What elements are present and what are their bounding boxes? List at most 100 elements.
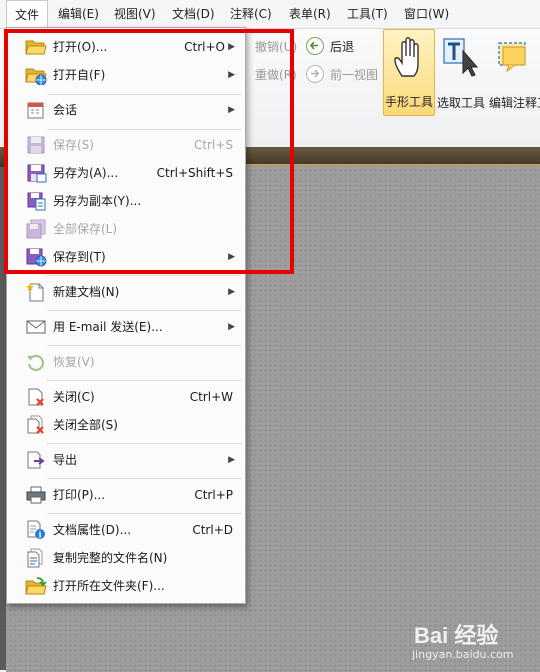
back-button[interactable]: 后退 — [330, 38, 354, 55]
menu-separator — [47, 275, 241, 276]
submenu-arrow-icon: ▶ — [228, 70, 235, 80]
menu-item-label: 关闭全部(S) — [53, 418, 118, 432]
menu-item-save-copy[interactable]: 另存为副本(Y)... — [7, 188, 245, 214]
menu-window[interactable]: 窗口(W) — [404, 0, 449, 28]
menu-comment[interactable]: 注释(C) — [230, 0, 272, 28]
menu-separator — [47, 443, 241, 444]
file-menu-dropdown: 打开(O)... Ctrl+O ▶ 打开自(F) ▶ 会话 ▶ 保存(S) Ct… — [6, 27, 246, 604]
menu-item-label: 文档属性(D)... — [53, 523, 132, 537]
menu-edit[interactable]: 编辑(E) — [58, 0, 99, 28]
save-icon — [27, 136, 45, 154]
menu-item-shortcut: Ctrl+D — [192, 523, 233, 537]
save-as-icon — [27, 164, 47, 183]
copy-filename-icon — [27, 548, 43, 568]
submenu-arrow-icon: ▶ — [228, 322, 235, 332]
menu-item-session[interactable]: 会话 ▶ — [7, 97, 245, 123]
hand-icon — [394, 37, 419, 77]
menu-item-shortcut: Ctrl+Shift+S — [156, 166, 233, 180]
annotation-icon — [498, 42, 526, 73]
menu-separator — [47, 478, 241, 479]
menu-item-label: 打开(O)... — [53, 40, 108, 54]
menu-bar: 文件 编辑(E) 视图(V) 文档(D) 注释(C) 表单(R) 工具(T) 窗… — [0, 0, 540, 29]
save-to-icon — [26, 248, 47, 267]
menu-item-label: 恢复(V) — [53, 355, 95, 369]
menu-item-label: 关闭(C) — [53, 390, 95, 404]
forward-arrow-icon[interactable] — [306, 65, 324, 83]
menu-item-close[interactable]: 关闭(C) Ctrl+W — [7, 384, 245, 410]
menu-item-label: 全部保存(L) — [53, 222, 118, 236]
select-text-icon — [443, 38, 479, 77]
menu-item-shortcut: Ctrl+P — [194, 488, 233, 502]
back-arrow-icon[interactable] — [306, 37, 324, 55]
menu-item-close-all[interactable]: 关闭全部(S) — [7, 412, 245, 438]
forward-view-button[interactable]: 前一视图 — [330, 66, 378, 83]
calendar-icon — [27, 102, 44, 119]
menu-separator — [47, 513, 241, 514]
submenu-arrow-icon: ▶ — [228, 42, 235, 52]
redo-button[interactable]: 重做(R) — [255, 66, 297, 83]
menu-item-revert[interactable]: 恢复(V) — [7, 349, 245, 375]
menu-form[interactable]: 表单(R) — [289, 0, 331, 28]
menu-item-save-as[interactable]: 另存为(A)... Ctrl+Shift+S — [7, 160, 245, 186]
menu-separator — [47, 94, 241, 95]
watermark-logo-text: Bai 经验 — [414, 623, 499, 648]
menu-item-label: 用 E-mail 发送(E)... — [53, 320, 163, 334]
folder-open-icon — [25, 40, 47, 55]
menu-item-label: 复制完整的文件名(N) — [53, 551, 168, 565]
menu-item-open-containing-folder[interactable]: 打开所在文件夹(F)... — [7, 573, 245, 599]
save-copy-icon — [27, 192, 46, 211]
edit-annotation-label: 编辑注释工 — [489, 96, 540, 110]
menu-item-label: 保存(S) — [53, 138, 94, 152]
submenu-arrow-icon: ▶ — [228, 455, 235, 465]
menu-tools[interactable]: 工具(T) — [347, 0, 388, 28]
printer-icon — [26, 486, 46, 504]
menu-item-save-all[interactable]: 全部保存(L) — [7, 216, 245, 242]
menu-item-label: 另存为(A)... — [53, 166, 119, 180]
export-icon — [27, 451, 45, 469]
menu-item-label: 保存到(T) — [53, 250, 106, 264]
menu-item-label: 打开自(F) — [53, 68, 106, 82]
menu-file[interactable]: 文件 — [6, 0, 48, 28]
edit-annotation-tool-button[interactable]: 编辑注释工 — [487, 29, 540, 116]
document-properties-icon: i — [27, 520, 45, 540]
menu-item-label: 另存为副本(Y)... — [53, 194, 142, 208]
menu-item-open[interactable]: 打开(O)... Ctrl+O ▶ — [7, 34, 245, 60]
submenu-arrow-icon: ▶ — [228, 105, 235, 115]
menu-item-print[interactable]: 打印(P)... Ctrl+P — [7, 482, 245, 508]
menu-item-email[interactable]: 用 E-mail 发送(E)... ▶ — [7, 314, 245, 340]
select-tool-label: 选取工具 — [436, 96, 485, 110]
menu-separator — [47, 310, 241, 311]
menu-item-document-properties[interactable]: i 文档属性(D)... Ctrl+D — [7, 517, 245, 543]
email-icon — [26, 320, 46, 334]
menu-item-shortcut: Ctrl+S — [193, 138, 233, 152]
menu-item-copy-filename[interactable]: 复制完整的文件名(N) — [7, 545, 245, 571]
close-document-icon — [28, 388, 44, 406]
menu-view[interactable]: 视图(V) — [114, 0, 156, 28]
menu-item-open-from[interactable]: 打开自(F) ▶ — [7, 62, 245, 88]
baidu-watermark: Bai 经验 jingyan.baidu.com — [402, 614, 532, 664]
svg-text:i: i — [38, 530, 41, 540]
submenu-arrow-icon: ▶ — [228, 287, 235, 297]
submenu-arrow-icon: ▶ — [228, 252, 235, 262]
menu-item-label: 导出 — [53, 453, 78, 467]
hand-tool-label: 手形工具 — [384, 95, 433, 109]
menu-item-save[interactable]: 保存(S) Ctrl+S — [7, 132, 245, 158]
menu-item-label: 会话 — [53, 103, 78, 117]
revert-icon — [27, 355, 44, 371]
menu-document[interactable]: 文档(D) — [172, 0, 215, 28]
menu-item-label: 打印(P)... — [53, 488, 106, 502]
close-all-icon — [27, 415, 44, 434]
hand-tool-button[interactable]: 手形工具 — [383, 29, 435, 116]
select-tool-button[interactable]: 选取工具 — [435, 29, 487, 116]
menu-item-new-document[interactable]: 新建文档(N) ▶ — [7, 279, 245, 305]
folder-web-icon — [25, 68, 47, 85]
menu-item-save-to[interactable]: 保存到(T) ▶ — [7, 244, 245, 270]
menu-item-export[interactable]: 导出 ▶ — [7, 447, 245, 473]
menu-item-label: 新建文档(N) — [53, 285, 120, 299]
menu-separator — [47, 380, 241, 381]
menu-item-label: 打开所在文件夹(F)... — [53, 579, 165, 593]
menu-separator — [47, 129, 241, 130]
undo-button[interactable]: 撤销(U) — [255, 38, 297, 55]
menu-separator — [47, 345, 241, 346]
new-document-icon — [26, 283, 44, 302]
